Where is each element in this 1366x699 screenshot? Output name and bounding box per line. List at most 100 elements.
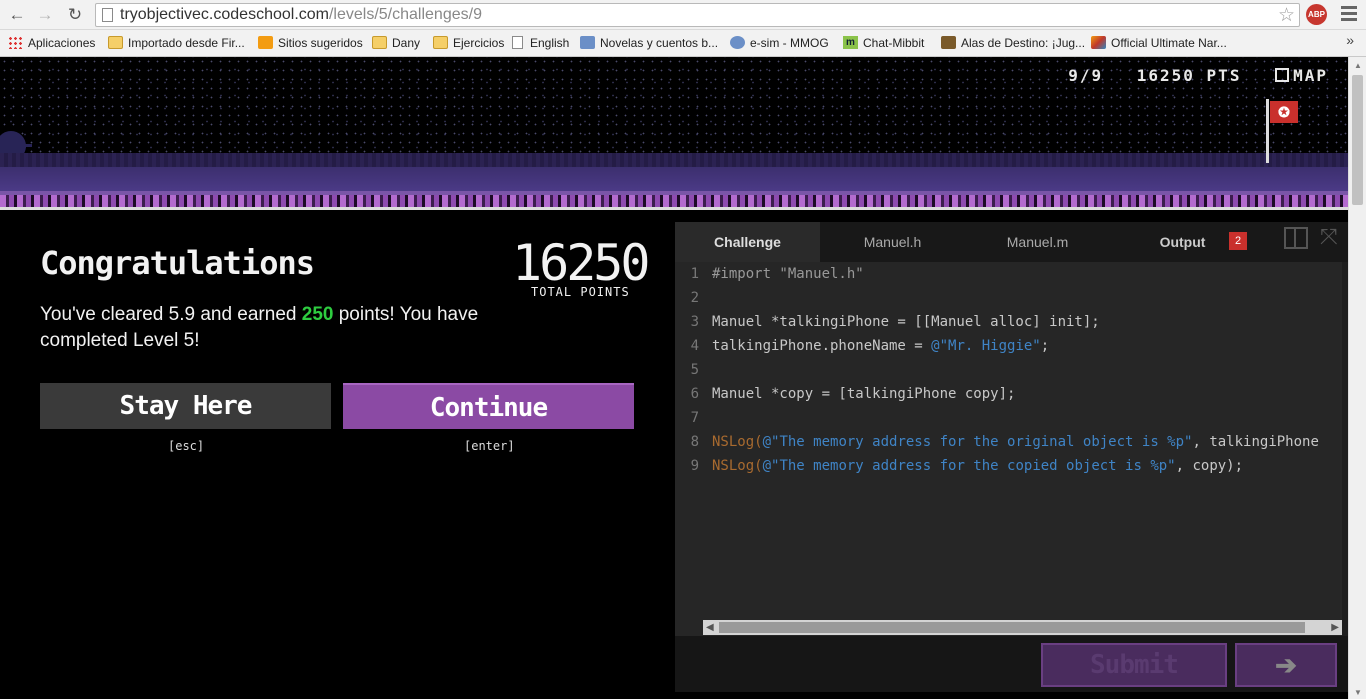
code-token: ; [1040, 338, 1050, 354]
chrome-menu-icon[interactable] [1341, 6, 1357, 24]
bookmark-chat-mibbit[interactable]: m Chat-Mibbit [843, 35, 924, 51]
bookmark-label: Novelas y cuentos b... [600, 36, 719, 50]
expand-icon[interactable]: ⤧ [1320, 226, 1338, 248]
bookmark-label: Chat-Mibbit [863, 36, 925, 50]
bookmark-aplicaciones[interactable]: Aplicaciones [8, 35, 95, 51]
code-token: ( [754, 458, 763, 474]
url-path: /levels/5/challenges/9 [328, 6, 482, 23]
line-number: 1 [690, 266, 699, 282]
page-scrollbar[interactable]: ▲ ▼ [1348, 57, 1366, 699]
split-layout-icon[interactable] [1284, 227, 1308, 249]
scroll-right-icon[interactable]: ▶ [1331, 620, 1339, 635]
bookmark-label: Aplicaciones [28, 36, 96, 50]
back-arrow-icon[interactable]: ← [6, 4, 28, 26]
folder-icon [433, 36, 448, 49]
bookmark-label: Ejercicios [453, 36, 505, 50]
bookmark-label: e-sim - MMOG [750, 36, 829, 50]
code-token: , copy); [1175, 458, 1244, 474]
scroll-down-icon[interactable]: ▼ [1354, 688, 1362, 697]
line-number: 8 [690, 434, 699, 450]
bookmark-esim[interactable]: e-sim - MMOG [730, 35, 829, 51]
continue-button[interactable]: Continue [343, 383, 634, 429]
page-icon [512, 36, 523, 49]
bookmark-english[interactable]: English [510, 35, 569, 51]
code-horizontal-scrollbar[interactable]: ◀ ▶ [703, 620, 1342, 635]
url-text: tryobjectivec.codeschool.com/levels/5/ch… [120, 6, 482, 24]
map-icon [1275, 68, 1290, 82]
next-arrow-button[interactable]: ➔ [1235, 643, 1337, 687]
code-line-9: NSLog(@"The memory address for the copie… [712, 454, 1243, 478]
horizon-band [0, 153, 1348, 167]
code-line-4: talkingiPhone.phoneName = @"Mr. Higgie"; [712, 334, 1049, 358]
total-points-caption: TOTAL POINTS [531, 285, 630, 299]
site-icon [1091, 36, 1106, 49]
adblock-plus-icon[interactable]: ABP [1306, 4, 1327, 25]
code-scroll-thumb[interactable] [719, 622, 1305, 633]
game-banner: 9/9 16250 PTS MAP ✪ [0, 57, 1348, 210]
bookmark-label: Importado desde Fir... [128, 36, 245, 50]
enter-shortcut-hint: [enter] [464, 439, 515, 453]
code-function: NSLog [712, 458, 755, 474]
ground-line [0, 207, 1348, 210]
address-bar[interactable]: tryobjectivec.codeschool.com/levels/5/ch… [95, 3, 1300, 27]
url-host: tryobjectivec.codeschool.com [120, 6, 329, 23]
tab-challenge[interactable]: Challenge [675, 222, 820, 262]
bookmark-official-ultimate[interactable]: Official Ultimate Nar... [1091, 35, 1227, 51]
code-string: @"Mr. Higgie" [931, 338, 1041, 354]
tab-manuel-h[interactable]: Manuel.h [820, 222, 965, 262]
code-function: NSLog [712, 434, 755, 450]
bookmark-importado[interactable]: Importado desde Fir... [108, 35, 245, 51]
globe-icon [730, 36, 745, 49]
mibbit-icon: m [843, 36, 858, 49]
suggested-sites-icon [258, 36, 273, 49]
line-number: 4 [690, 338, 699, 354]
editor-action-bar: Submit ➔ [675, 636, 1348, 692]
code-string: @"The memory address for the copied obje… [762, 458, 1176, 474]
editor-tab-bar: Challenge Manuel.h Manuel.m Output 2 ⤧ [675, 222, 1348, 262]
folder-icon [108, 36, 123, 49]
bookmark-dany[interactable]: Dany [372, 35, 420, 51]
scroll-left-icon[interactable]: ◀ [706, 620, 714, 635]
line-number-gutter: 1 2 3 4 5 6 7 8 9 [675, 262, 703, 636]
bookmark-sitios-sugeridos[interactable]: Sitios sugeridos [258, 35, 363, 51]
tab-manuel-m[interactable]: Manuel.m [965, 222, 1110, 262]
points-counter: 16250 PTS [1136, 66, 1242, 85]
total-points-value: 16250 [512, 234, 651, 292]
submit-button[interactable]: Submit [1041, 643, 1227, 687]
planet-ring [22, 144, 32, 147]
output-count-badge: 2 [1229, 232, 1247, 250]
line-number: 5 [690, 362, 699, 378]
line-number: 2 [690, 290, 699, 306]
line-number: 3 [690, 314, 699, 330]
horizon-band [0, 167, 1348, 191]
congratulations-heading: Congratulations [40, 244, 315, 282]
completion-message: You've cleared 5.9 and earned 250 points… [40, 302, 510, 354]
code-line-3: Manuel *talkingiPhone = [[Manuel alloc] … [712, 314, 1100, 330]
bookmark-label: English [530, 36, 570, 50]
apps-icon [8, 36, 23, 49]
page-icon [102, 8, 113, 22]
reload-icon[interactable]: ↻ [64, 4, 86, 26]
site-icon [580, 36, 595, 49]
line-number: 9 [690, 458, 699, 474]
map-link[interactable]: MAP [1275, 66, 1328, 85]
scroll-thumb[interactable] [1352, 75, 1363, 205]
esc-shortcut-hint: [esc] [168, 439, 205, 453]
line-number: 7 [690, 410, 699, 426]
code-text-area[interactable]: #import "Manuel.h" Manuel *talkingiPhone… [703, 262, 1342, 636]
game-hud: 9/9 16250 PTS MAP [1046, 66, 1328, 85]
challenge-progress: 9/9 [1068, 66, 1104, 85]
scroll-up-icon[interactable]: ▲ [1354, 61, 1362, 70]
bookmarks-overflow-icon[interactable]: » [1346, 32, 1354, 48]
message-text: You've cleared 5.9 and earned [40, 304, 302, 325]
bookmark-alas-de-destino[interactable]: Alas de Destino: ¡Jug... [941, 35, 1085, 51]
stay-here-button[interactable]: Stay Here [40, 383, 331, 429]
forward-arrow-icon[interactable]: → [34, 4, 56, 26]
folder-icon [372, 36, 387, 49]
bookmark-label: Dany [392, 36, 421, 50]
code-token: , talkingiPhone [1192, 434, 1319, 450]
bookmark-star-icon[interactable]: ☆ [1278, 4, 1295, 27]
bookmark-novelas[interactable]: Novelas y cuentos b... [580, 35, 718, 51]
bookmark-ejercicios[interactable]: Ejercicios [433, 35, 504, 51]
browser-toolbar: ← → ↻ tryobjectivec.codeschool.com/level… [0, 0, 1366, 30]
